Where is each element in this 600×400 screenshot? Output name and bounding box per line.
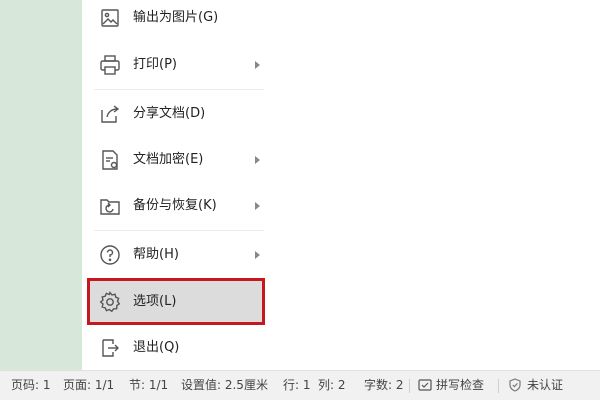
menu-item-label: 备份与恢复(K) (133, 198, 217, 213)
status-divider (409, 379, 410, 393)
menu-item-label: 输出为图片(G) (133, 10, 219, 25)
gear-icon (98, 290, 122, 314)
menu-item-export-image[interactable]: 输出为图片(G) (82, 0, 270, 41)
document-pane-left-strip (0, 0, 82, 370)
chevron-right-icon (253, 202, 261, 210)
status-page-code: 页码: 1 (11, 378, 51, 392)
share-icon (98, 102, 122, 126)
status-certification[interactable]: 未认证 (527, 371, 563, 400)
chevron-right-icon (253, 61, 261, 69)
backup-restore-icon (98, 194, 122, 218)
menu-item-print[interactable]: 打印(P) (82, 42, 270, 88)
chevron-right-icon (253, 156, 261, 164)
spell-check-icon (418, 378, 432, 392)
status-word-count[interactable]: 字数: 2 (364, 371, 404, 400)
printer-icon (98, 53, 122, 77)
menu-item-label: 选项(L) (133, 294, 177, 309)
status-row: 行: 1 (283, 378, 311, 392)
menu-item-label: 文档加密(E) (133, 152, 204, 167)
chevron-right-icon (253, 251, 261, 259)
menu-item-label: 退出(Q) (133, 340, 180, 355)
document-canvas (270, 0, 600, 370)
menu-item-help[interactable]: 帮助(H) (82, 232, 270, 278)
status-page[interactable]: 页面: 1/1 (63, 371, 114, 400)
file-menu: 输出为图片(G) 打印(P) 分享文档(D) 文档加密(E) 备份与恢复(K) … (82, 0, 270, 370)
menu-item-exit[interactable]: 退出(Q) (82, 325, 270, 371)
image-export-icon (98, 6, 122, 30)
status-column: 列: 2 (318, 378, 346, 392)
menu-divider (94, 89, 264, 90)
menu-item-backup[interactable]: 备份与恢复(K) (82, 183, 270, 229)
menu-item-label: 帮助(H) (133, 247, 179, 262)
menu-item-share[interactable]: 分享文档(D) (82, 91, 270, 137)
status-spell-check[interactable]: 拼写检查 (436, 371, 484, 400)
menu-item-options[interactable]: 选项(L) (88, 279, 264, 325)
menu-divider (94, 230, 264, 231)
status-divider (498, 379, 499, 393)
shield-check-icon (508, 378, 522, 392)
help-icon (98, 243, 122, 267)
menu-item-label: 分享文档(D) (133, 106, 206, 121)
document-lock-icon (98, 148, 122, 172)
menu-item-encrypt[interactable]: 文档加密(E) (82, 137, 270, 183)
menu-item-label: 打印(P) (133, 57, 177, 72)
exit-icon (98, 336, 122, 360)
status-bar: 页码: 1 页面: 1/1 节: 1/1 设置值: 2.5厘米 行: 1 列: … (0, 370, 600, 400)
status-setting-value: 设置值: 2.5厘米 (181, 378, 268, 392)
status-section: 节: 1/1 (129, 378, 169, 392)
